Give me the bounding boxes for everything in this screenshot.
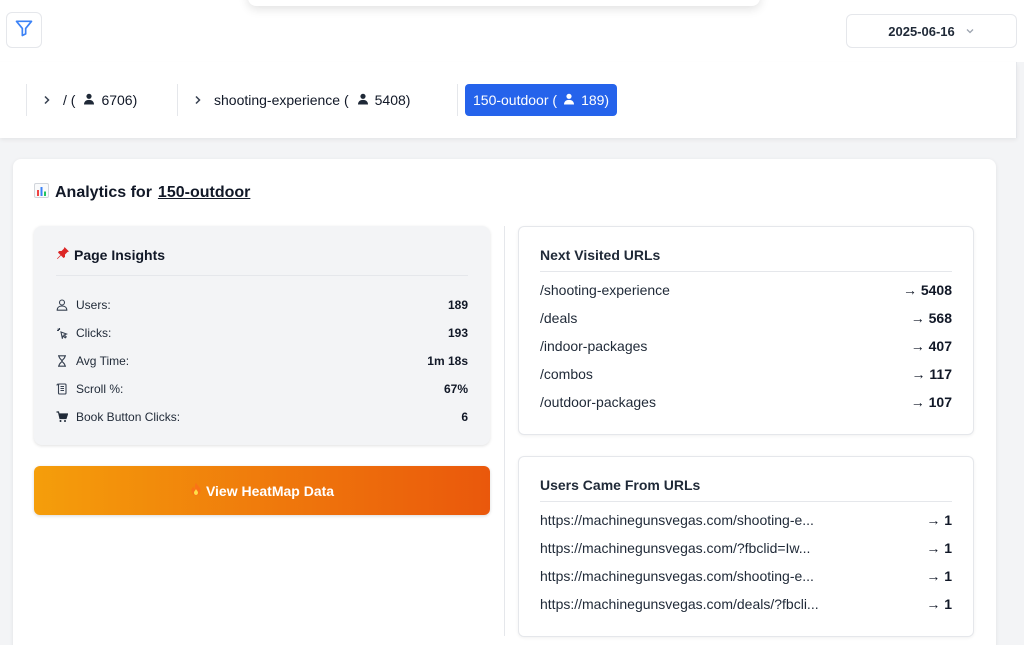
breadcrumb-count: 6706 <box>101 92 133 108</box>
breadcrumb-bar: / ( 6706) shooting-experience ( 5408) 15… <box>0 62 1017 138</box>
url-text: https://machinegunsvegas.com/?fbclid=Iw.… <box>540 540 811 556</box>
url-row[interactable]: https://machinegunsvegas.com/?fbclid=Iw.… <box>540 534 952 562</box>
url-count: → 117 <box>911 366 952 382</box>
breadcrumb-root[interactable]: / ( 6706) <box>26 84 137 116</box>
column-divider <box>504 226 505 636</box>
breadcrumb-label: shooting-experience ( <box>214 92 349 108</box>
insight-value: 67% <box>443 382 468 396</box>
came-from-title: Users Came From URLs <box>540 477 952 502</box>
view-heatmap-button[interactable]: View HeatMap Data <box>34 466 490 515</box>
analytics-title: Analytics for 150-outdoor <box>34 183 250 203</box>
cursor-click-icon <box>56 327 68 339</box>
url-row[interactable]: https://machinegunsvegas.com/shooting-e.… <box>540 562 952 590</box>
url-count: → 107 <box>910 394 952 410</box>
analytics-page-link[interactable]: 150-outdoor <box>158 184 250 202</box>
url-row[interactable]: /shooting-experience → 5408 <box>540 276 952 304</box>
url-row[interactable]: /indoor-packages → 407 <box>540 332 952 360</box>
breadcrumb-suffix: ) <box>405 92 411 108</box>
insight-value: 6 <box>461 410 468 424</box>
cart-icon <box>56 411 68 423</box>
breadcrumb-suffix: ) <box>604 92 610 108</box>
user-icon <box>357 92 369 108</box>
user-icon <box>56 299 68 311</box>
chevron-down-icon <box>965 24 975 39</box>
url-count: → 1 <box>926 540 952 556</box>
next-visited-title: Next Visited URLs <box>540 247 952 272</box>
url-text: /deals <box>540 310 578 326</box>
url-text: /combos <box>540 366 593 382</box>
insight-row-clicks: Clicks: 193 <box>56 319 468 347</box>
chevron-right-icon <box>194 92 202 108</box>
insight-value: 193 <box>447 326 468 340</box>
url-row[interactable]: https://machinegunsvegas.com/shooting-e.… <box>540 506 952 534</box>
page-insights-panel: Page Insights Users: 189 Clicks: 193 Avg… <box>34 226 490 445</box>
filter-button[interactable] <box>6 12 42 48</box>
url-count: → 407 <box>910 338 952 354</box>
url-row[interactable]: /outdoor-packages → 107 <box>540 388 952 416</box>
insight-row-scroll: Scroll %: 67% <box>56 375 468 403</box>
insight-label: Scroll %: <box>76 382 124 396</box>
hourglass-icon <box>56 355 68 367</box>
insight-row-users: Users: 189 <box>56 291 468 319</box>
bar-chart-icon <box>34 183 49 203</box>
page-insights-title: Page Insights <box>74 246 166 263</box>
insight-value: 189 <box>447 298 468 312</box>
url-count: → 1 <box>926 596 952 612</box>
url-count: → 5408 <box>902 282 952 298</box>
url-count: → 1 <box>926 568 952 584</box>
user-icon <box>83 92 95 108</box>
url-count: → 1 <box>926 512 952 528</box>
insight-label: Clicks: <box>76 326 112 340</box>
breadcrumb-divider <box>457 84 458 116</box>
user-icon <box>563 92 575 108</box>
breadcrumb-count: 189 <box>581 92 605 108</box>
breadcrumb-label: 150-outdoor ( <box>473 92 558 108</box>
breadcrumb-shooting-experience[interactable]: shooting-experience ( 5408) <box>177 84 410 116</box>
insight-value: 1m 18s <box>427 354 468 368</box>
url-text: https://machinegunsvegas.com/shooting-e.… <box>540 568 814 584</box>
breadcrumb-suffix: ) <box>132 92 138 108</box>
page-insights-heading: Page Insights <box>56 246 468 276</box>
url-text: https://machinegunsvegas.com/shooting-e.… <box>540 512 814 528</box>
breadcrumb-count: 5408 <box>374 92 406 108</box>
chevron-right-icon <box>43 92 51 108</box>
breadcrumb-active[interactable]: 150-outdoor ( 189) <box>465 84 618 116</box>
url-text: /outdoor-packages <box>540 394 656 410</box>
insight-label: Users: <box>76 298 111 312</box>
analytics-title-prefix: Analytics for <box>55 184 152 201</box>
insight-label: Book Button Clicks: <box>76 410 181 424</box>
filter-icon <box>14 18 34 43</box>
insight-label: Avg Time: <box>76 354 130 368</box>
url-text: https://machinegunsvegas.com/deals/?fbcl… <box>540 596 819 612</box>
came-from-panel: Users Came From URLs https://machineguns… <box>518 456 974 637</box>
insight-row-avg-time: Avg Time: 1m 18s <box>56 347 468 375</box>
insight-row-book-button: Book Button Clicks: 6 <box>56 403 468 431</box>
date-select[interactable]: 2025-06-16 <box>846 14 1017 48</box>
url-row[interactable]: https://machinegunsvegas.com/deals/?fbcl… <box>540 590 952 618</box>
url-row[interactable]: /deals → 568 <box>540 304 952 332</box>
fire-icon <box>190 482 202 499</box>
url-text: /indoor-packages <box>540 338 648 354</box>
date-value: 2025-06-16 <box>888 23 955 39</box>
breadcrumb-label: / ( <box>63 92 76 108</box>
scroll-icon <box>56 383 68 395</box>
next-visited-panel: Next Visited URLs /shooting-experience → … <box>518 226 974 435</box>
url-row[interactable]: /combos → 117 <box>540 360 952 388</box>
pushpin-icon <box>56 246 70 263</box>
url-count: → 568 <box>910 310 952 326</box>
dropdown-popup-edge <box>248 0 760 6</box>
url-text: /shooting-experience <box>540 282 670 298</box>
view-heatmap-label: View HeatMap Data <box>205 482 335 499</box>
